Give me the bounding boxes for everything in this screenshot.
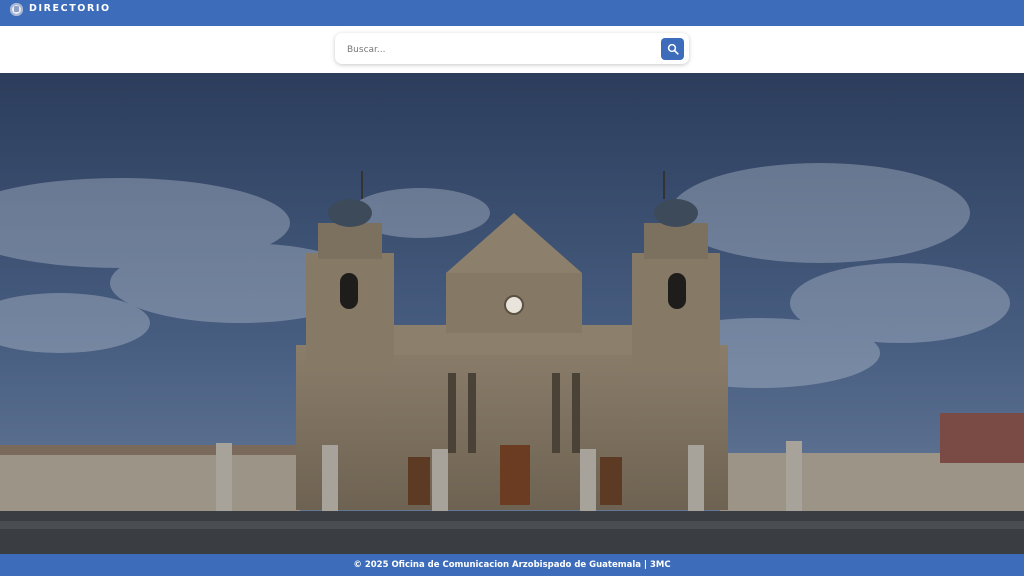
footer-text: © 2025 Oficina de Comunicacion Arzobispa… xyxy=(353,560,671,570)
top-bar: DIRECTORIO xyxy=(0,0,1024,26)
brand-title[interactable]: DIRECTORIO xyxy=(29,3,111,15)
search-box xyxy=(335,33,689,64)
search-icon xyxy=(667,43,679,55)
crest-icon xyxy=(10,3,23,16)
search-input[interactable] xyxy=(345,39,649,61)
footer: © 2025 Oficina de Comunicacion Arzobispa… xyxy=(0,554,1024,576)
hero-image xyxy=(0,73,1024,554)
search-button[interactable] xyxy=(661,38,684,60)
cathedral-photo xyxy=(0,73,1024,554)
